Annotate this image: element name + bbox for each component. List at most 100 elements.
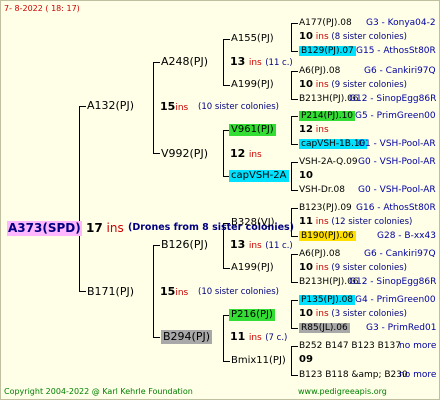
gen3-queen-3[interactable]: capVSH-2A xyxy=(229,170,289,182)
gen2-queen-0[interactable]: A248(PJ) xyxy=(161,55,208,69)
gen3-queen-6[interactable]: P216(PJ) xyxy=(229,309,275,321)
connector-line xyxy=(291,282,298,283)
gen4-count-number: 10 xyxy=(299,262,313,273)
gen2-count-3: 11 ins (7 c.) xyxy=(230,330,287,345)
connector-line xyxy=(153,245,160,246)
connector-line xyxy=(79,291,86,292)
print-date: 7- 8-2022 ( 18: 17) xyxy=(4,4,80,13)
gen4-row: P135(PJ).08 G4 - PrimGreen00 xyxy=(299,294,436,306)
gen1-queen-1[interactable]: B171(PJ) xyxy=(87,285,134,299)
root-count-number: 17 xyxy=(86,221,103,235)
connector-line xyxy=(223,361,230,362)
gen4-queen[interactable]: B252 B147 B123 B137 xyxy=(299,341,401,351)
gen4-row: 09 xyxy=(299,354,313,366)
gen4-row: 10 ins (9 sister colonies) xyxy=(299,262,407,274)
gen4-row: 10 xyxy=(299,170,313,182)
gen4-queen[interactable]: B123(PJ).09 xyxy=(299,203,352,213)
connector-line xyxy=(291,162,292,191)
gen4-count-note: (9 sister colonies) xyxy=(328,263,407,273)
count-unit: ins xyxy=(248,58,262,68)
gen2-count-0: 13 ins (11 c.) xyxy=(230,55,293,70)
gen3-queen-2[interactable]: V961(PJ) xyxy=(229,124,276,136)
gen4-queen[interactable]: B129(PJ).07 xyxy=(299,46,356,56)
connector-line xyxy=(291,23,298,24)
connector-line xyxy=(223,130,224,177)
gen4-row: 12 ins xyxy=(299,124,329,136)
gen4-origin-info: G4 - PrimGreen00 xyxy=(355,295,436,305)
connector-line xyxy=(291,116,298,117)
gen4-row: R85(JL).06 G3 - PrimRed01 xyxy=(299,322,436,334)
connector-line xyxy=(153,245,154,338)
count-number: 15 xyxy=(160,100,176,113)
gen4-count-number: 10 xyxy=(299,170,313,181)
gen4-queen[interactable]: P135(PJ).08 xyxy=(299,295,356,305)
gen4-origin-info: G6 - Cankiri97Q xyxy=(364,249,436,259)
gen4-row: A177(PJ).08 G3 - Konya04-2 xyxy=(299,17,436,29)
gen4-row: VSH-2A-Q.09 G0 - VSH-Pool-AR xyxy=(299,156,436,168)
gen4-row: B213H(PJ).06 G12 - SinopEgg86R xyxy=(299,93,436,105)
site-link[interactable]: www.pedigreeapis.org xyxy=(298,386,387,398)
gen4-queen[interactable]: A6(PJ).08 xyxy=(299,249,340,259)
connector-line xyxy=(291,144,298,145)
gen4-count-unit: ins xyxy=(312,263,329,273)
connector-line xyxy=(291,328,298,329)
gen2-queen-1[interactable]: V992(PJ) xyxy=(161,147,208,161)
count-note: (7 c.) xyxy=(265,333,288,343)
gen4-queen[interactable]: A6(PJ).08 xyxy=(299,66,340,76)
connector-line xyxy=(153,62,160,63)
gen4-origin-info: G16 - AthosSt80R xyxy=(356,203,436,213)
gen1-count-0: 15ins xyxy=(160,100,188,115)
count-number: 13 xyxy=(230,55,246,68)
connector-line xyxy=(291,71,298,72)
gen3-queen-4[interactable]: B328(VJ) xyxy=(231,217,275,229)
gen4-count-unit: ins xyxy=(312,32,329,42)
count-unit: ins xyxy=(248,150,262,160)
connector-line xyxy=(291,23,292,52)
copyright-text: Copyright 2004-2022 @ Karl Kehrle Founda… xyxy=(4,387,193,396)
gen4-queen[interactable]: VSH-Dr.08 xyxy=(299,185,345,195)
gen4-row: VSH-Dr.08 G0 - VSH-Pool-AR xyxy=(299,184,436,196)
gen4-row: B123 B118 &amp; B230 no more xyxy=(299,369,436,381)
gen4-queen[interactable]: A177(PJ).08 xyxy=(299,18,352,28)
gen3-queen-5[interactable]: A199(PJ) xyxy=(231,262,274,274)
connector-line xyxy=(291,300,298,301)
gen1-note-0: (10 sister colonies) xyxy=(198,102,279,112)
connector-line xyxy=(153,153,160,154)
gen3-queen-0[interactable]: A155(PJ) xyxy=(231,33,274,45)
connector-line xyxy=(223,39,224,86)
count-number: 12 xyxy=(230,147,246,160)
root-queen[interactable]: A373(SPD) xyxy=(7,221,82,236)
gen3-queen-1[interactable]: A199(PJ) xyxy=(231,79,274,91)
gen4-queen[interactable]: B123 B118 &amp; B230 xyxy=(299,370,408,380)
gen4-row: capVSH-1B.10 G1 - VSH-Pool-AR xyxy=(299,138,436,150)
gen4-queen[interactable]: R85(JL).06 xyxy=(299,323,350,333)
connector-line xyxy=(291,300,292,329)
gen1-note-1: (10 sister colonies) xyxy=(198,287,279,297)
gen4-origin-info: G15 - AthosSt80R xyxy=(356,46,436,56)
count-unit: ins xyxy=(248,333,262,343)
gen4-count-number: 11 xyxy=(299,216,313,227)
connector-line xyxy=(291,346,292,376)
gen4-count-number: 10 xyxy=(299,79,313,90)
gen3-queen-7[interactable]: Bmix11(PJ) xyxy=(231,355,286,367)
gen4-queen[interactable]: B190(PJ).06 xyxy=(299,231,356,241)
gen4-queen[interactable]: P214(PJ).10 xyxy=(299,111,356,121)
connector-line xyxy=(291,71,292,100)
gen4-queen[interactable]: VSH-2A-Q.09 xyxy=(299,157,358,167)
gen2-queen-2[interactable]: B126(PJ) xyxy=(161,238,208,252)
gen4-origin-info: G28 - B-xx43 xyxy=(377,231,436,241)
gen4-count-note: (8 sister colonies) xyxy=(328,32,407,42)
gen4-row: B129(PJ).07 G15 - AthosSt80R xyxy=(299,45,436,57)
gen2-queen-3[interactable]: B294(PJ) xyxy=(161,330,213,344)
gen1-queen-0[interactable]: A132(PJ) xyxy=(87,99,134,113)
gen4-count-note: (3 sister colonies) xyxy=(328,309,407,319)
gen4-origin-info: G3 - Konya04-2 xyxy=(366,18,436,28)
gen4-row: 11 ins (12 sister colonies) xyxy=(299,216,412,228)
connector-line xyxy=(291,208,298,209)
gen4-origin-info: G0 - VSH-Pool-AR xyxy=(358,185,436,195)
connector-line xyxy=(79,106,86,107)
gen4-origin-info: no more xyxy=(399,341,437,351)
root-count: 17 ins xyxy=(86,221,124,236)
gen4-count-number: 10 xyxy=(299,308,313,319)
connector-line xyxy=(291,346,298,347)
